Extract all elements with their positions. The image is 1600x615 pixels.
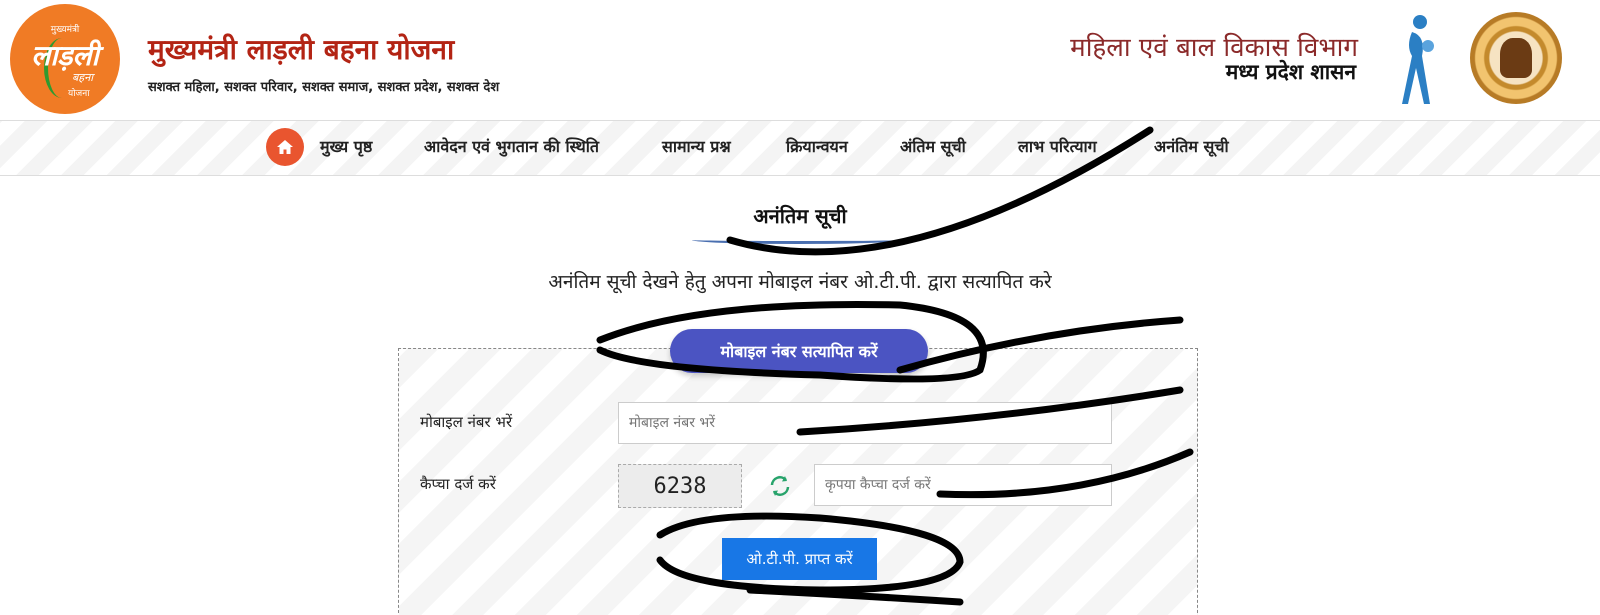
logo-text-small: मुख्यमंत्री bbox=[50, 25, 80, 35]
nav-item-implementation[interactable]: क्रियान्वयन bbox=[786, 135, 848, 157]
nav-item-application-status[interactable]: आवेदन एवं भुगतान की स्थिति bbox=[424, 135, 599, 157]
captcha-label: कैप्चा दर्ज करें bbox=[420, 475, 496, 493]
captcha-input[interactable] bbox=[814, 464, 1112, 506]
site-header: मुख्यमंत्री लाड़ली बहना योजना मुख्यमंत्र… bbox=[0, 0, 1600, 120]
mp-government-emblem bbox=[1470, 12, 1562, 104]
nav-item-faq[interactable]: सामान्य प्रश्न bbox=[662, 135, 731, 157]
site-title: मुख्यमंत्री लाड़ली बहना योजना bbox=[148, 33, 455, 66]
instruction-text: अनंतिम सूची देखने हेतु अपना मोबाइल नंबर … bbox=[548, 271, 1052, 293]
mother-child-icon bbox=[1402, 15, 1434, 104]
logo-text-bottom: योजना bbox=[68, 89, 90, 99]
nav-item-benefit-renunciation[interactable]: लाभ परित्याग bbox=[1018, 135, 1097, 157]
ladli-behna-logo[interactable]: मुख्यमंत्री लाड़ली बहना योजना bbox=[10, 4, 120, 114]
logo-text-mid: बहना bbox=[72, 71, 94, 84]
government-name: मध्य प्रदेश शासन bbox=[1225, 60, 1356, 84]
mobile-label: मोबाइल नंबर भरें bbox=[420, 413, 513, 431]
logo-text-big: लाड़ली bbox=[31, 39, 99, 72]
home-button[interactable] bbox=[266, 128, 304, 166]
get-otp-button[interactable]: ओ.टी.पी. प्राप्त करें bbox=[722, 538, 877, 580]
site-tagline: सशक्त महिला, सशक्त परिवार, सशक्त समाज, स… bbox=[148, 80, 500, 95]
captcha-code: 6238 bbox=[618, 464, 742, 508]
page-title: अनंतिम सूची bbox=[753, 204, 847, 228]
home-icon bbox=[277, 140, 293, 154]
main-navbar: मुख्य पृष्ठ आवेदन एवं भुगतान की स्थिति स… bbox=[0, 120, 1600, 176]
verify-mobile-badge: मोबाइल नंबर सत्यापित करें bbox=[670, 329, 928, 373]
refresh-captcha-icon[interactable] bbox=[768, 474, 792, 498]
mobile-input[interactable] bbox=[618, 402, 1112, 444]
nav-item-final-list[interactable]: अंतिम सूची bbox=[900, 135, 966, 157]
title-underline bbox=[692, 236, 902, 244]
nav-item-home[interactable]: मुख्य पृष्ठ bbox=[320, 135, 372, 157]
nav-item-provisional-list[interactable]: अनंतिम सूची bbox=[1154, 135, 1229, 157]
